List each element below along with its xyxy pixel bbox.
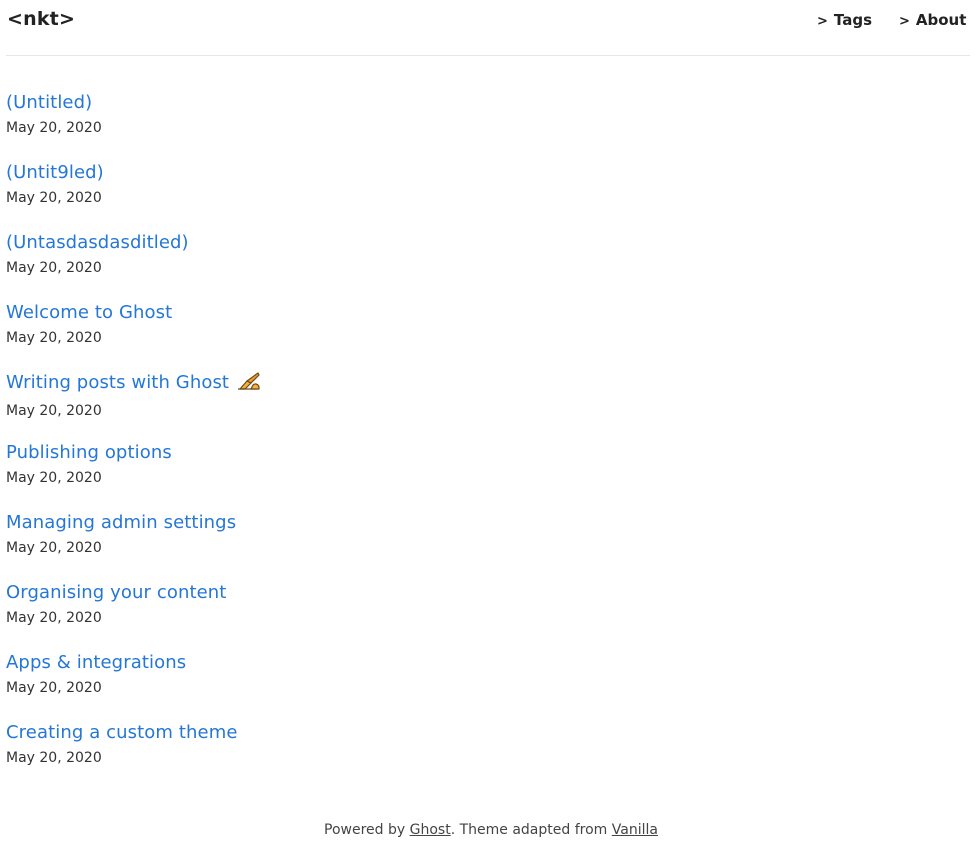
nav-label-about: About	[915, 11, 967, 29]
post-item: Organising your content May 20, 2020	[6, 580, 906, 650]
post-title-link[interactable]: Organising your content	[6, 580, 226, 606]
post-date: May 20, 2020	[6, 610, 102, 626]
post-date: May 20, 2020	[6, 540, 102, 556]
post-date: May 20, 2020	[6, 260, 102, 276]
post-list: (Untitled) May 20, 2020 (Untit9led) May …	[6, 90, 906, 790]
vanilla-link[interactable]: Vanilla	[612, 822, 658, 838]
post-title-link[interactable]: Writing posts with Ghost	[6, 370, 261, 399]
site-logo[interactable]: <nkt>	[7, 8, 75, 30]
post-item: Welcome to Ghost May 20, 2020	[6, 300, 906, 370]
post-title-link[interactable]: Publishing options	[6, 440, 172, 466]
post-date: May 20, 2020	[6, 120, 102, 136]
post-title-link[interactable]: (Untit9led)	[6, 160, 104, 186]
post-title-link[interactable]: Apps & integrations	[6, 650, 186, 676]
site-footer: Powered by Ghost. Theme adapted from Van…	[0, 822, 976, 838]
nav-label-tags: Tags	[833, 11, 872, 29]
post-date: May 20, 2020	[6, 750, 102, 766]
post-item: Publishing options May 20, 2020	[6, 440, 906, 510]
post-title-link[interactable]: (Untitled)	[6, 90, 92, 116]
post-title-link[interactable]: Creating a custom theme	[6, 720, 238, 746]
post-item: Creating a custom theme May 20, 2020	[6, 720, 906, 790]
nav-arrow: >	[817, 14, 828, 29]
nav-link-about[interactable]: > About	[899, 11, 966, 29]
site-header: <nkt> > Tags > About	[6, 0, 970, 56]
post-item: Writing posts with Ghost May 20, 2020	[6, 370, 906, 440]
post-item: (Untit9led) May 20, 2020	[6, 160, 906, 230]
post-date: May 20, 2020	[6, 403, 102, 419]
post-item: (Untasdasdasditled) May 20, 2020	[6, 230, 906, 300]
footer-prefix: Powered by	[324, 822, 410, 838]
nav-link-tags[interactable]: > Tags	[817, 11, 872, 29]
post-date: May 20, 2020	[6, 330, 102, 346]
post-title-link[interactable]: Managing admin settings	[6, 510, 236, 536]
post-date: May 20, 2020	[6, 470, 102, 486]
writing-hand-icon	[237, 371, 261, 399]
post-title-text: Writing posts with Ghost	[6, 372, 230, 393]
post-item: (Untitled) May 20, 2020	[6, 90, 906, 160]
nav-arrow: >	[899, 14, 910, 29]
post-item: Apps & integrations May 20, 2020	[6, 650, 906, 720]
post-date: May 20, 2020	[6, 680, 102, 696]
post-title-link[interactable]: Welcome to Ghost	[6, 300, 172, 326]
post-title-link[interactable]: (Untasdasdasditled)	[6, 230, 189, 256]
footer-middle: . Theme adapted from	[450, 822, 612, 838]
post-date: May 20, 2020	[6, 190, 102, 206]
ghost-link[interactable]: Ghost	[410, 822, 451, 838]
post-item: Managing admin settings May 20, 2020	[6, 510, 906, 580]
